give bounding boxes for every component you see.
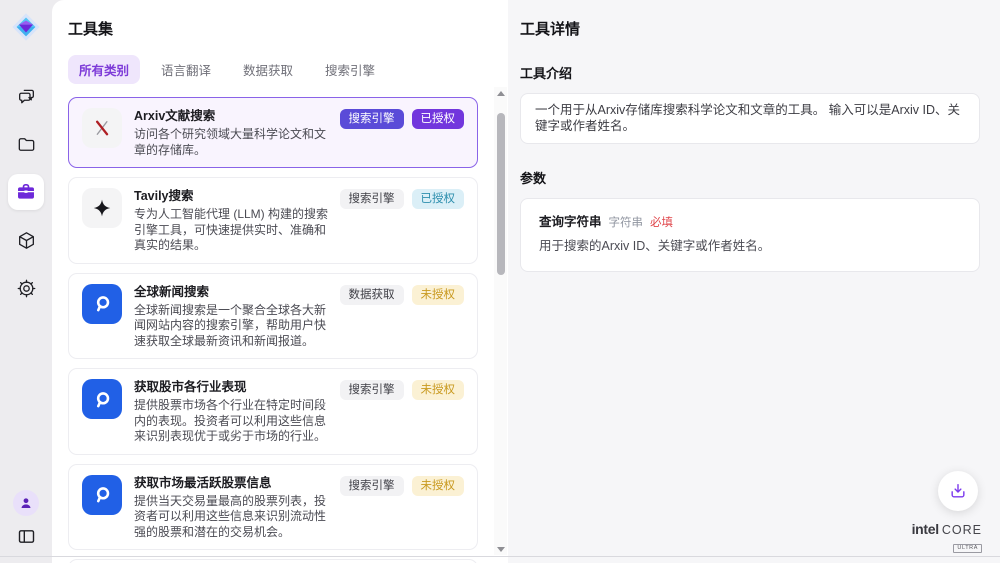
sidebar-item-chat[interactable] [8,78,44,114]
tool-card-title: 获取股市各行业表现 [134,378,330,396]
tool-card-badges: 搜索引擎未授权 [340,476,465,496]
collapse-sidebar-icon[interactable] [16,526,37,547]
download-icon [948,481,968,501]
tool-card-list: Arxiv文献搜索访问各个研究领域大量科学论文和文章的存储库。搜索引擎已授权Ta… [68,97,478,563]
tab-2[interactable]: 数据获取 [232,55,304,84]
sidebar-item-toolbox[interactable] [8,174,44,210]
tool-card-title: Arxiv文献搜索 [134,107,330,125]
badge: 搜索引擎 [340,380,404,400]
tool-detail-panel: 工具详情 工具介绍 一个用于从Arxiv存储库搜索科学论文和文章的工具。 输入可… [508,0,1000,563]
badge: 已授权 [412,109,465,129]
chat-icon [16,86,37,107]
category-tabs: 所有类别语言翻译数据获取搜索引擎 [68,55,478,84]
sidebar-item-folder[interactable] [8,126,44,162]
badge: 搜索引擎 [340,476,404,496]
tool-card-badges: 搜索引擎已授权 [340,109,465,129]
arxiv-icon [82,108,122,148]
badge: 已授权 [412,189,465,209]
intro-heading: 工具介绍 [520,63,980,82]
tool-card[interactable]: Arxiv文献搜索访问各个研究领域大量科学论文和文章的存储库。搜索引擎已授权 [68,97,478,168]
sidebar-bottom [13,490,39,547]
tool-card-title: 全球新闻搜索 [134,283,330,301]
tab-1[interactable]: 语言翻译 [150,55,222,84]
sidebar-item-cube[interactable] [8,222,44,258]
badge: 数据获取 [340,285,404,305]
tab-0[interactable]: 所有类别 [68,55,140,84]
tool-card-badges: 搜索引擎未授权 [340,380,465,400]
parameters-box: 查询字符串字符串必填用于搜索的Arxiv ID、关键字或作者姓名。 [520,198,980,272]
scroll-up-button[interactable] [494,87,507,99]
detail-title: 工具详情 [520,18,980,39]
param-name: 查询字符串 [539,215,602,231]
tool-card-badges: 数据获取未授权 [340,285,465,305]
brand-intel-text: intel [912,522,939,536]
tool-card-description: 提供股票市场各个行业在特定时间段内的表现。投资者可以利用这些信息来识别表现优于或… [134,398,330,445]
scrollbar[interactable] [494,87,507,555]
intel-core-logo: intel core ULTRA [912,522,982,553]
badge: 未授权 [412,285,465,305]
tool-card-title: Tavily搜索 [134,187,330,205]
tool-card-description: 全球新闻搜索是一个聚合全球各大新闻网站内容的搜索引擎，帮助用户快速获取全球最新资… [134,303,330,350]
scrollbar-thumb[interactable] [497,113,505,275]
download-button[interactable] [938,471,978,511]
brand-ultra-badge: ULTRA [953,544,982,554]
brand-core-text: core [942,524,982,537]
param-type: 字符串 [609,216,644,232]
q-blue-icon [82,284,122,324]
scroll-down-button[interactable] [494,543,507,555]
params-heading: 参数 [520,168,980,187]
tool-card-badges: 搜索引擎已授权 [340,189,465,209]
page-title: 工具集 [68,18,478,39]
param-description: 用于搜索的Arxiv ID、关键字或作者姓名。 [539,239,961,255]
sidebar-item-settings[interactable] [8,270,44,306]
tool-card-description: 访问各个研究领域大量科学论文和文章的存储库。 [134,127,330,158]
cube-icon [16,230,37,251]
folder-icon [16,134,37,155]
parameter-item: 查询字符串字符串必填用于搜索的Arxiv ID、关键字或作者姓名。 [537,211,963,258]
tool-card[interactable]: 万维地区新闻查询查询具体行政区划内的新闻，快速了解各地新闻动搜索引擎未授权 [68,559,478,563]
window-bottom-divider [0,556,1000,557]
badge: 搜索引擎 [340,189,404,209]
intro-box: 一个用于从Arxiv存储库搜索科学论文和文章的工具。 输入可以是Arxiv ID… [520,93,980,144]
badge: 搜索引擎 [340,109,404,129]
badge: 未授权 [412,476,465,496]
q-blue-icon [82,475,122,515]
tool-card-description: 专为人工智能代理 (LLM) 构建的搜索引擎工具，可快速提供实时、准确和真实的结… [134,207,330,254]
param-required-badge: 必填 [650,216,673,232]
tool-card-description: 提供当天交易量最高的股票列表，投资者可以利用这些信息来识别流动性强的股票和潜在的… [134,494,330,541]
sidebar-nav [8,78,44,306]
tool-card-title: 获取市场最活跃股票信息 [134,474,330,492]
tool-card[interactable]: 获取市场最活跃股票信息提供当天交易量最高的股票列表，投资者可以利用这些信息来识别… [68,464,478,551]
badge: 未授权 [412,380,465,400]
toolbox-panel: 工具集 所有类别语言翻译数据获取搜索引擎 Arxiv文献搜索访问各个研究领域大量… [52,0,508,563]
toolbox-icon [15,181,37,203]
tool-card[interactable]: Tavily搜索专为人工智能代理 (LLM) 构建的搜索引擎工具，可快速提供实时… [68,177,478,264]
app-window: 工具集 所有类别语言翻译数据获取搜索引擎 Arxiv文献搜索访问各个研究领域大量… [0,0,1000,563]
tool-card[interactable]: 全球新闻搜索全球新闻搜索是一个聚合全球各大新闻网站内容的搜索引擎，帮助用户快速获… [68,273,478,360]
sparkle-icon [82,188,122,228]
tool-card[interactable]: 获取股市各行业表现提供股票市场各个行业在特定时间段内的表现。投资者可以利用这些信… [68,368,478,455]
user-avatar[interactable] [13,490,39,516]
q-blue-icon [82,379,122,419]
sidebar [0,0,52,563]
tab-3[interactable]: 搜索引擎 [314,55,386,84]
settings-icon [16,278,37,299]
app-logo-icon [11,12,41,42]
